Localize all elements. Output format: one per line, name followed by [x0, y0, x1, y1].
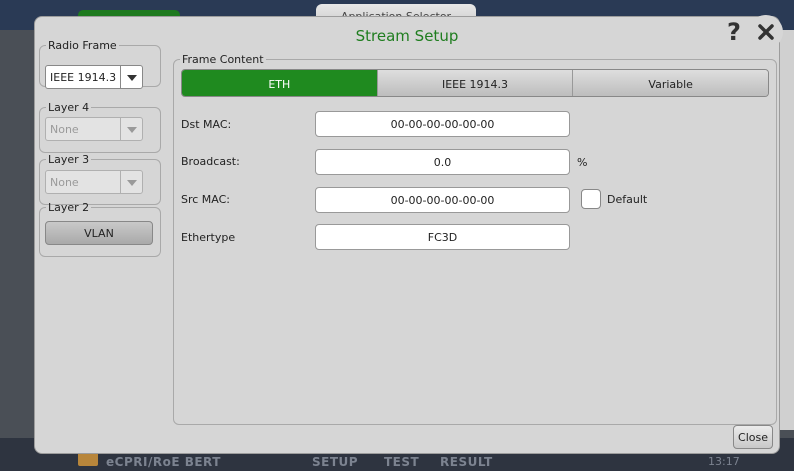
layer2-legend: Layer 2	[48, 201, 90, 214]
background-right-panel	[780, 30, 794, 430]
broadcast-unit: %	[577, 156, 588, 169]
ethertype-label: Ethertype	[181, 231, 236, 244]
bottom-nav-app-name[interactable]: eCPRI/RoE BERT	[106, 455, 221, 469]
broadcast-label: Broadcast:	[181, 155, 240, 168]
close-button[interactable]: Close	[733, 425, 773, 449]
chevron-down-icon	[120, 118, 142, 140]
bottom-nav-result[interactable]: RESULT	[440, 455, 493, 469]
layer4-legend: Layer 4	[48, 101, 90, 114]
layer3-legend: Layer 3	[48, 153, 90, 166]
layer3-value: None	[50, 176, 79, 189]
frame-content-legend: Frame Content	[182, 53, 264, 66]
stream-setup-dialog: Stream Setup ? Radio Frame IEEE 1914.3 L…	[34, 15, 783, 454]
bottom-nav-setup[interactable]: SETUP	[312, 455, 358, 469]
tab-variable[interactable]: Variable	[573, 70, 768, 96]
dst-mac-field[interactable]: 00-00-00-00-00-00	[315, 111, 570, 137]
radio-frame-value: IEEE 1914.3	[50, 71, 117, 84]
help-icon[interactable]: ?	[719, 15, 749, 49]
tab-ieee-1914-3[interactable]: IEEE 1914.3	[377, 70, 574, 96]
default-checkbox[interactable]	[581, 189, 601, 209]
app-logo-icon	[78, 452, 98, 466]
radio-frame-select[interactable]: IEEE 1914.3	[45, 65, 143, 89]
layer4-value: None	[50, 123, 79, 136]
dst-mac-label: Dst MAC:	[181, 118, 232, 131]
ethertype-field[interactable]: FC3D	[315, 224, 570, 250]
layer3-select[interactable]: None	[45, 170, 143, 194]
clock: 13:17	[708, 455, 740, 468]
broadcast-field[interactable]: 0.0	[315, 149, 570, 175]
tab-eth[interactable]: ETH	[182, 70, 378, 96]
radio-frame-legend: Radio Frame	[48, 39, 117, 52]
bottom-nav-test[interactable]: TEST	[384, 455, 419, 469]
src-mac-label: Src MAC:	[181, 193, 231, 206]
vlan-button[interactable]: VLAN	[45, 221, 153, 245]
frame-content-tabs: ETH IEEE 1914.3 Variable	[181, 69, 769, 97]
layer4-select[interactable]: None	[45, 117, 143, 141]
default-checkbox-label: Default	[607, 193, 648, 206]
src-mac-field[interactable]: 00-00-00-00-00-00	[315, 187, 570, 213]
chevron-down-icon	[120, 66, 142, 88]
close-icon[interactable]	[749, 15, 783, 49]
chevron-down-icon	[120, 171, 142, 193]
